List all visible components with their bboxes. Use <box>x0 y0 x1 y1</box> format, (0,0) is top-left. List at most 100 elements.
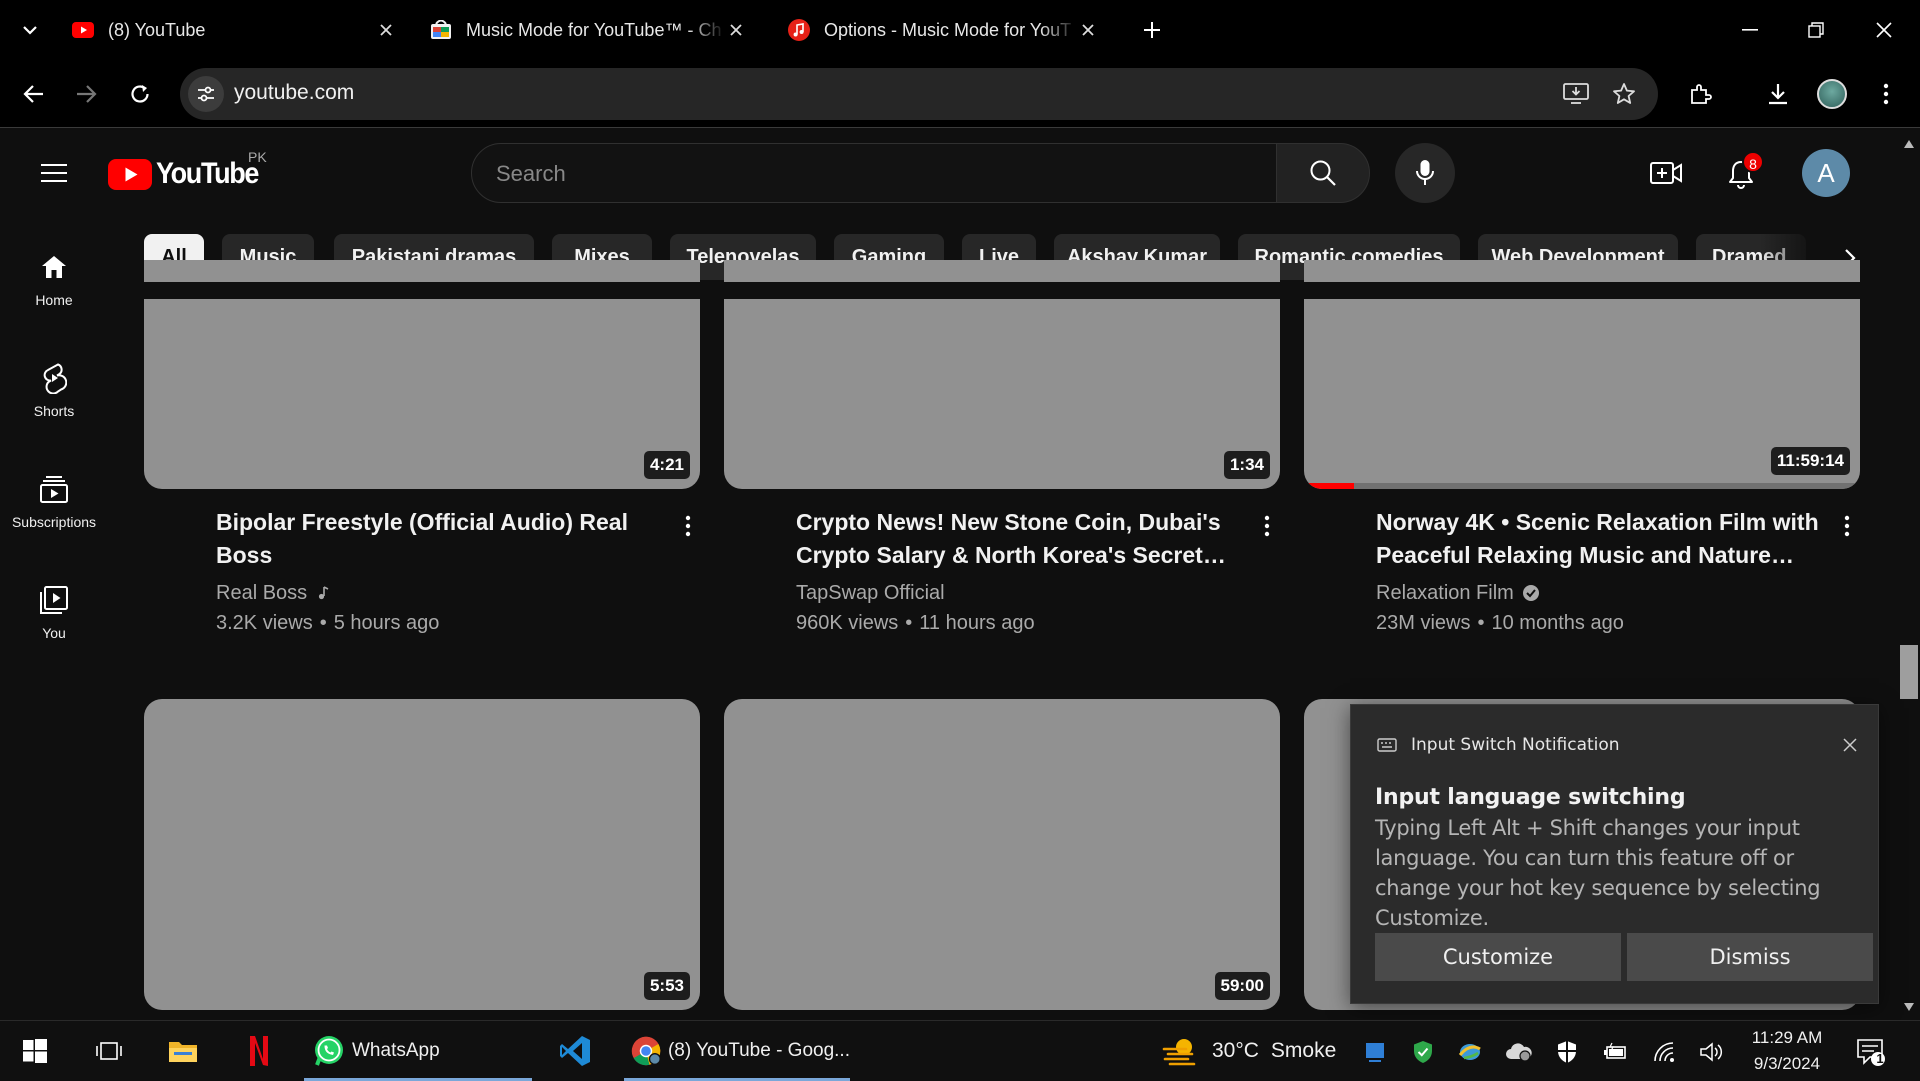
close-tab-icon[interactable] <box>1078 20 1098 40</box>
create-button[interactable] <box>1646 153 1686 193</box>
video-thumbnail[interactable]: 5:53 <box>144 699 700 1010</box>
guide-label: Home <box>35 292 73 308</box>
customize-button[interactable]: Customize <box>1375 933 1621 981</box>
url-text: youtube.com <box>234 81 355 104</box>
video-menu-button[interactable] <box>1252 506 1282 546</box>
restore-window-button[interactable] <box>1794 10 1838 50</box>
weather-temperature: 30°C <box>1212 1039 1259 1062</box>
channel-name[interactable]: Relaxation Film <box>1376 578 1514 608</box>
more-vertical-icon <box>1264 515 1270 537</box>
guide-item-you[interactable]: You <box>0 567 108 657</box>
vscode-button[interactable] <box>550 1021 600 1081</box>
toast-close-button[interactable] <box>1838 733 1862 757</box>
duration-badge: 11:59:14 <box>1770 447 1850 475</box>
tray-onedrive-icon[interactable] <box>1504 1037 1534 1067</box>
browser-tab-music-mode-options[interactable]: Options - Music Mode for YouT <box>776 8 1112 52</box>
youtube-play-logo-icon <box>108 158 152 190</box>
guide-label: Shorts <box>33 403 75 419</box>
youtube-favicon-icon <box>72 19 94 41</box>
scroll-up-arrow-icon <box>1904 140 1914 148</box>
duration-badge: 4:21 <box>643 451 690 479</box>
tray-defender-icon[interactable] <box>1552 1037 1582 1067</box>
back-button[interactable] <box>14 74 54 114</box>
input-switch-notification: Input Switch Notification Input language… <box>1350 704 1879 1004</box>
clock-date: 9/3/2024 <box>1753 1054 1821 1073</box>
toast-heading: Input language switching <box>1375 785 1686 810</box>
chrome-web-store-favicon-icon <box>430 19 452 41</box>
page-scrollbar[interactable] <box>1898 129 1920 1019</box>
guide-item-subscriptions[interactable]: Subscriptions <box>0 456 108 546</box>
downloads-button[interactable] <box>1758 74 1798 114</box>
guide-item-home[interactable]: Home <box>0 234 108 324</box>
profile-avatar <box>1817 79 1847 109</box>
chrome-menu-button[interactable] <box>1866 74 1906 114</box>
video-menu-button[interactable] <box>1832 506 1862 546</box>
guide-item-shorts[interactable]: Shorts <box>0 345 108 435</box>
tune-icon <box>198 86 214 102</box>
start-button[interactable] <box>10 1021 60 1081</box>
bookmark-star-button[interactable] <box>1608 78 1640 110</box>
youtube-masthead: YouTube PK Search 8 A <box>0 129 1905 217</box>
tray-battery-icon[interactable] <box>1600 1037 1630 1067</box>
tray-app-icon[interactable] <box>1360 1037 1390 1067</box>
tray-wifi-icon[interactable] <box>1650 1037 1680 1067</box>
close-icon <box>1876 22 1892 38</box>
browser-tab-music-mode-store[interactable]: Music Mode for YouTube™ - Ch <box>418 8 760 52</box>
netflix-button[interactable] <box>234 1021 284 1081</box>
new-tab-button[interactable] <box>1136 14 1168 46</box>
dismiss-button[interactable]: Dismiss <box>1627 933 1873 981</box>
forward-arrow-icon <box>77 85 97 103</box>
channel-name[interactable]: Real Boss <box>216 578 307 608</box>
system-clock[interactable]: 11:29 AM 9/3/2024 <box>1740 1025 1834 1077</box>
site-info-button[interactable] <box>188 76 224 112</box>
scrollbar-thumb[interactable] <box>1900 645 1918 699</box>
forward-button[interactable] <box>66 74 106 114</box>
more-vertical-icon <box>1883 83 1889 105</box>
download-icon <box>1769 84 1787 105</box>
action-center-button[interactable]: 1 <box>1856 1037 1886 1067</box>
windows-logo-icon <box>23 1039 47 1063</box>
globe-icon <box>1458 1044 1481 1060</box>
browser-tab-youtube[interactable]: (8) YouTube <box>60 8 410 52</box>
close-window-button[interactable] <box>1862 10 1906 50</box>
close-tab-icon[interactable] <box>376 20 396 40</box>
youtube-logo[interactable]: YouTube <box>108 157 269 191</box>
action-center-count: 1 <box>1876 1051 1884 1066</box>
channel-name[interactable]: TapSwap Official <box>796 578 945 608</box>
profile-button[interactable] <box>1812 74 1852 114</box>
weather-widget[interactable]: 30°C Smoke <box>1162 1021 1336 1081</box>
extensions-button[interactable] <box>1680 74 1720 114</box>
voice-search-button[interactable] <box>1395 143 1455 203</box>
video-title[interactable]: Norway 4K • Scenic Relaxation Film with … <box>1376 506 1826 572</box>
file-explorer-button[interactable] <box>158 1021 208 1081</box>
minimize-window-button[interactable] <box>1728 10 1772 50</box>
install-app-icon <box>1563 83 1589 104</box>
shorts-icon <box>37 361 71 395</box>
video-metadata: Relaxation Film 23M views • 10 months ag… <box>1376 578 1624 638</box>
reload-button[interactable] <box>120 74 160 114</box>
address-bar[interactable]: youtube.com <box>180 68 1658 120</box>
close-icon <box>1843 738 1857 752</box>
toast-app-header: Input Switch Notification <box>1377 735 1620 755</box>
video-thumbnail[interactable]: 59:00 <box>724 699 1280 1010</box>
install-app-button[interactable] <box>1560 78 1592 110</box>
guide-menu-button[interactable] <box>34 153 74 193</box>
search-icon <box>1310 160 1336 186</box>
chrome-taskbar-button[interactable]: (8) YouTube - Goog... <box>624 1021 850 1081</box>
video-title[interactable]: Bipolar Freestyle (Official Audio) Real … <box>216 506 666 572</box>
search-button[interactable] <box>1276 143 1370 203</box>
video-menu-button[interactable] <box>673 506 703 546</box>
tray-security-icon[interactable] <box>1408 1037 1438 1067</box>
task-view-button[interactable] <box>84 1021 134 1081</box>
tray-volume-icon[interactable] <box>1697 1037 1727 1067</box>
create-video-icon <box>1650 162 1682 184</box>
close-tab-icon[interactable] <box>726 20 746 40</box>
search-input[interactable]: Search <box>471 143 1277 203</box>
video-title[interactable]: Crypto News! New Stone Coin, Dubai's Cry… <box>796 506 1246 572</box>
tray-ie-icon[interactable] <box>1455 1037 1485 1067</box>
browser-toolbar: youtube.com <box>0 60 1920 128</box>
tab-search-button[interactable] <box>14 14 46 46</box>
whatsapp-taskbar-button[interactable]: WhatsApp <box>304 1021 532 1081</box>
account-avatar[interactable]: A <box>1802 149 1850 197</box>
more-vertical-icon <box>685 515 691 537</box>
